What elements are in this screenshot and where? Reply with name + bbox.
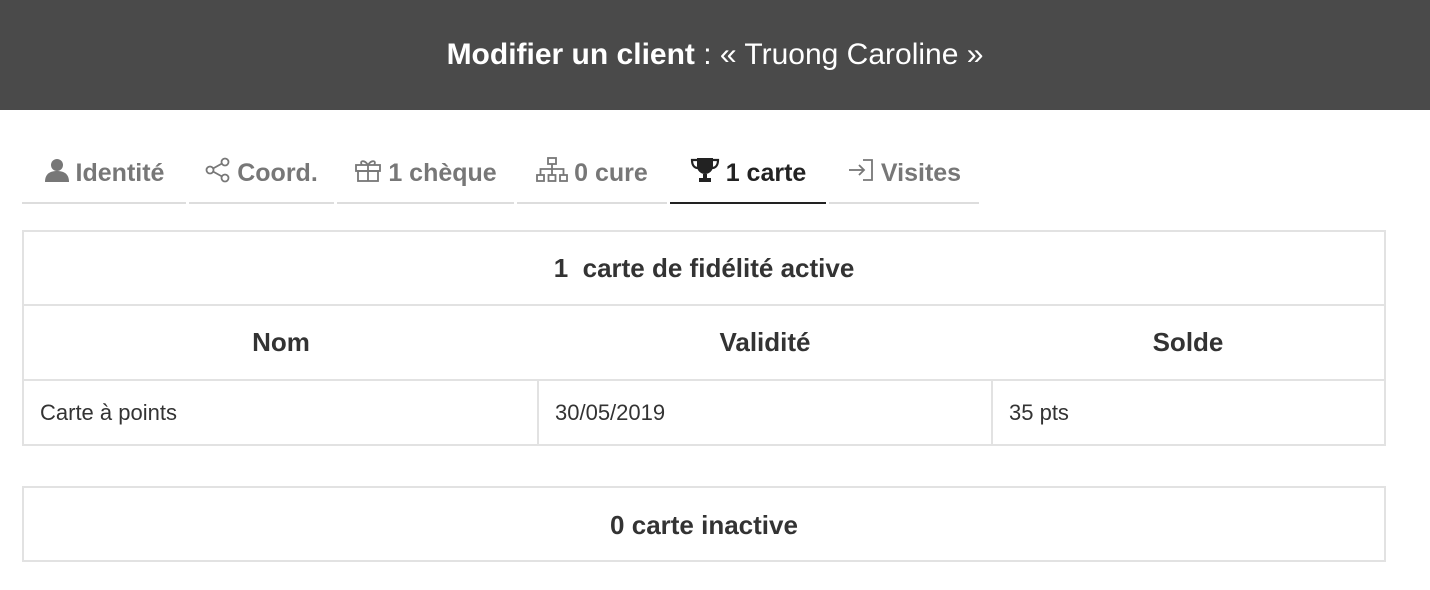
tab-cheque[interactable]: 1 chèque [337,148,514,204]
tab-label: Coord. [237,158,318,187]
card-balance-cell: 35 pts [991,380,1384,444]
page-title: Modifier un client [446,38,695,71]
tab-coord[interactable]: Coord. [189,148,334,204]
active-cards-title: 1 carte de fidélité active [24,232,1384,306]
gift-icon [354,157,388,190]
page-header: Modifier un client : « Truong Caroline » [0,0,1430,110]
sign-in-icon [847,157,881,190]
share-icon [205,157,237,190]
tab-label: Identité [75,158,165,187]
column-header-nom: Nom [24,306,538,381]
column-header-validite: Validité [538,306,992,381]
inactive-cards-panel: 0 carte inactive [22,486,1386,562]
tab-label: 0 cure [574,158,648,187]
sitemap-icon [536,156,574,190]
tab-bar: Identité Coord. 1 chèque 0 cure 1 carte … [22,148,982,204]
tab-identite[interactable]: Identité [22,148,186,204]
tab-visites[interactable]: Visites [829,148,979,204]
card-name-cell: Carte à points [40,399,177,425]
table-row[interactable]: Carte à points 30/05/2019 35 pts [24,380,1384,444]
table-header-row: Nom Validité Solde [24,306,1384,381]
active-cards-panel: 1 carte de fidélité active Nom Validité … [22,230,1386,446]
trophy-icon [690,157,726,190]
cards-table: Nom Validité Solde Carte à points 30/05/… [24,306,1384,444]
tab-cure[interactable]: 0 cure [517,148,667,204]
user-icon [44,157,76,190]
card-validity-cell: 30/05/2019 [537,380,992,444]
column-header-solde: Solde [992,306,1384,381]
tab-carte[interactable]: 1 carte [670,148,826,204]
tab-label: 1 carte [725,158,807,187]
client-name: : « Truong Caroline » [694,38,984,71]
inactive-cards-title: 0 carte inactive [610,509,798,540]
tab-label: Visites [880,158,962,187]
tab-label: 1 chèque [388,158,497,187]
